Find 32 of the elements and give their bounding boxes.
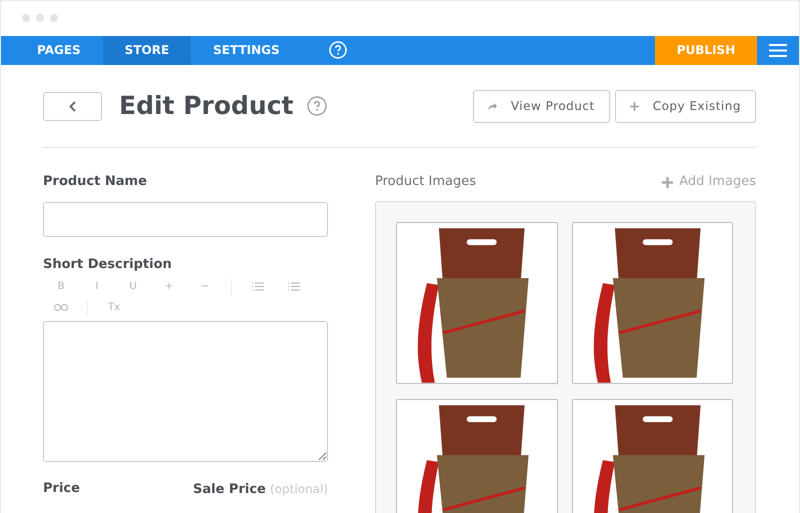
view-product-button[interactable]: View Product bbox=[472, 90, 610, 122]
add-images-button[interactable]: Add Images bbox=[662, 174, 756, 190]
share-arrow-icon bbox=[488, 102, 497, 110]
field-label: Price bbox=[43, 481, 80, 498]
product-name-field[interactable] bbox=[43, 202, 328, 237]
link-icon[interactable] bbox=[54, 304, 68, 311]
publish-button[interactable]: PUBLISH bbox=[655, 36, 757, 65]
nav-tab[interactable]: PAGES bbox=[15, 36, 103, 65]
copy-existing-button[interactable]: Copy Existing bbox=[614, 90, 756, 122]
nav-tab[interactable]: SETTINGS bbox=[191, 36, 302, 65]
optional-note: (optional) bbox=[270, 482, 328, 496]
page-title: Edit Product bbox=[119, 90, 294, 122]
menu-icon[interactable] bbox=[769, 44, 787, 57]
format-button[interactable]: B bbox=[43, 279, 79, 294]
description-field[interactable] bbox=[43, 321, 328, 462]
field-label: Product Name bbox=[43, 174, 148, 190]
nav-tab[interactable]: STORE bbox=[102, 36, 192, 65]
field-label: Short Description bbox=[43, 257, 173, 273]
ordered-list-icon[interactable] bbox=[252, 282, 264, 291]
format-button[interactable]: − bbox=[187, 279, 223, 294]
plus-icon bbox=[630, 102, 639, 110]
format-button[interactable]: U bbox=[115, 279, 151, 294]
back-button[interactable] bbox=[43, 92, 102, 120]
format-button[interactable]: + bbox=[151, 279, 187, 294]
chevron-left-icon bbox=[69, 100, 76, 112]
format-button[interactable]: I bbox=[79, 279, 115, 294]
format-button[interactable]: Tx bbox=[96, 300, 132, 315]
images-label: Product Images bbox=[375, 174, 476, 190]
field-label: Sale Price bbox=[193, 482, 266, 497]
plus-icon bbox=[662, 176, 674, 188]
help-icon[interactable] bbox=[306, 96, 326, 116]
bullet-list-icon[interactable] bbox=[288, 282, 300, 291]
